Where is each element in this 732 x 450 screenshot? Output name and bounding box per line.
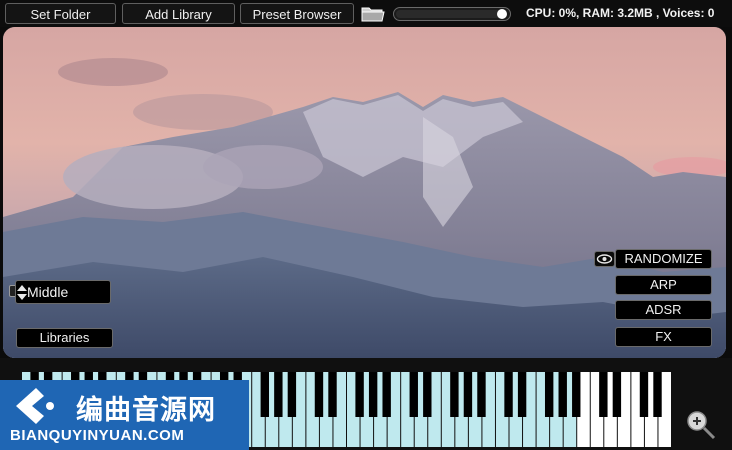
volume-slider[interactable] [393,7,511,21]
zoom-in-icon[interactable] [684,408,718,442]
black-key[interactable] [463,372,473,417]
black-key[interactable] [653,372,662,417]
preset-browser-button[interactable]: Preset Browser [240,3,354,24]
folder-icon[interactable] [361,5,385,23]
black-key[interactable] [287,372,297,417]
black-key[interactable] [355,372,364,417]
eye-icon[interactable] [594,251,615,267]
black-key[interactable] [450,372,459,417]
status-readout: CPU: 0%, RAM: 3.2MB , Voices: 0 [526,6,715,20]
black-key[interactable] [477,372,486,417]
black-key[interactable] [612,372,622,417]
black-key[interactable] [504,372,513,417]
randomize-button[interactable]: RANDOMIZE [615,249,712,269]
libraries-button[interactable]: Libraries [16,328,113,348]
black-key[interactable] [409,372,418,417]
black-key[interactable] [260,372,269,417]
black-key[interactable] [639,372,649,417]
watermark-site-text: BIANQUYINYUAN.COM [10,427,185,444]
black-key[interactable] [517,372,527,417]
black-key[interactable] [423,372,432,417]
black-key[interactable] [328,372,337,417]
adsr-button[interactable]: ADSR [615,300,712,320]
articulation-selected-value: Middle [27,284,69,300]
top-toolbar: Set Folder Add Library Preset Browser CP… [0,0,732,27]
black-key[interactable] [382,372,391,417]
arp-button[interactable]: ARP [615,275,712,295]
watermark-banner: 编曲音源网 BIANQUYINYUAN.COM [0,380,249,450]
black-key[interactable] [544,372,554,417]
black-key[interactable] [368,372,378,417]
black-key[interactable] [572,372,581,417]
background-image-panel: Middle Libraries RANDOMIZE ARP ADSR FX [3,27,726,358]
up-down-arrows-icon [17,285,27,300]
black-key[interactable] [599,372,608,417]
watermark-chinese-text: 编曲音源网 [76,395,216,425]
volume-slider-knob[interactable] [497,9,508,19]
black-key[interactable] [314,372,324,417]
set-folder-button[interactable]: Set Folder [5,3,116,24]
add-library-button[interactable]: Add Library [122,3,235,24]
black-key[interactable] [558,372,567,417]
fx-button[interactable]: FX [615,327,712,347]
black-key[interactable] [274,372,283,417]
volume-slider-fill [396,10,503,18]
articulation-dropdown[interactable]: Middle [15,280,111,304]
watermark-logo-icon [16,388,54,424]
